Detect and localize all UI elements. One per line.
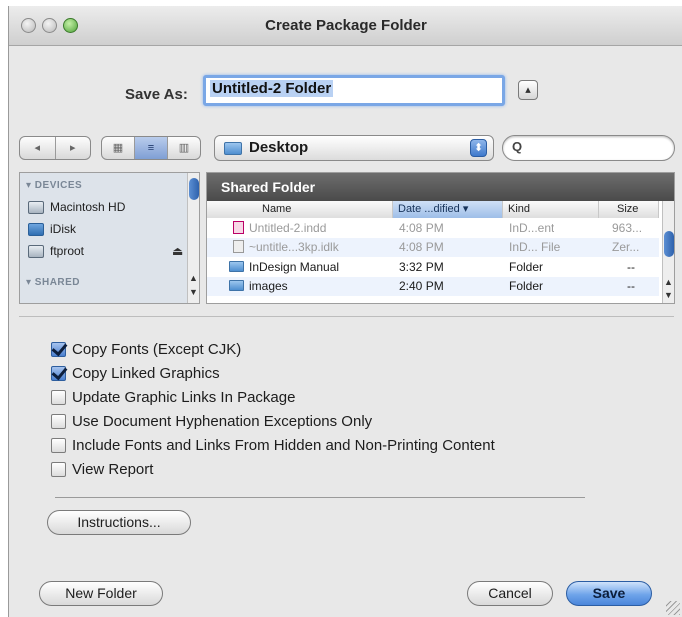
checkbox-unchecked[interactable] — [51, 390, 66, 405]
file-size: -- — [627, 279, 635, 293]
network-drive-icon — [28, 244, 44, 258]
option-label: Copy Fonts (Except CJK) — [72, 341, 242, 358]
search-icon: Q — [512, 139, 523, 154]
column-header-date-modified[interactable]: Date ...dified ▾ — [393, 201, 503, 218]
file-name: InDesign Manual — [249, 260, 340, 274]
checkbox-unchecked[interactable] — [51, 462, 66, 477]
sidebar-item-label: iDisk — [50, 222, 76, 236]
search-input[interactable]: Q — [502, 135, 675, 161]
file-kind: Folder — [509, 279, 544, 293]
file-kind: InD... File — [509, 240, 561, 254]
option-hyphenation-exceptions[interactable]: Use Document Hyphenation Exceptions Only — [51, 413, 372, 430]
popup-arrows-icon: ⬍ — [470, 139, 487, 157]
file-name: Untitled-2.indd — [249, 221, 327, 235]
file-row[interactable]: InDesign Manual 3:32 PM Folder -- — [207, 258, 659, 277]
back-forward-control: ◂ ▸ — [19, 136, 91, 160]
file-kind: InD...ent — [509, 221, 555, 235]
scroll-down-icon[interactable]: ▼ — [188, 287, 199, 297]
lock-file-icon — [233, 240, 244, 253]
resize-grip-icon[interactable] — [666, 601, 680, 615]
column-header-kind[interactable]: Kind — [503, 201, 599, 218]
file-date: 4:08 PM — [399, 221, 444, 235]
sidebar-item-ftproot[interactable]: ftproot ⏏ — [28, 244, 186, 258]
sidebar-item-idisk[interactable]: iDisk — [28, 222, 76, 236]
new-folder-button[interactable]: New Folder — [39, 581, 163, 606]
save-button[interactable]: Save — [566, 581, 652, 606]
file-date: 4:08 PM — [399, 240, 444, 254]
scroll-up-icon[interactable]: ▲ — [188, 273, 199, 283]
scroll-down-icon[interactable]: ▼ — [663, 290, 674, 300]
expand-dialog-button[interactable]: ▴ — [518, 80, 538, 100]
checkbox-checked[interactable] — [51, 366, 66, 381]
path-title: Shared Folder — [221, 179, 316, 195]
file-name: images — [249, 279, 288, 293]
file-date: 3:32 PM — [399, 260, 444, 274]
create-package-folder-dialog: Create Package Folder Save As: Untitled-… — [8, 6, 682, 617]
checkbox-checked[interactable] — [51, 342, 66, 357]
forward-button[interactable]: ▸ — [56, 137, 91, 159]
hard-drive-icon — [28, 200, 44, 214]
indd-file-icon — [233, 221, 244, 234]
save-as-input[interactable]: Untitled-2 Folder — [203, 75, 505, 106]
idisk-icon — [28, 222, 44, 236]
sidebar-scrollbar[interactable]: ▲ ▼ — [187, 173, 199, 303]
option-label: Copy Linked Graphics — [72, 365, 220, 382]
back-button[interactable]: ◂ — [20, 137, 56, 159]
file-size: 963... — [612, 221, 643, 235]
instructions-button[interactable]: Instructions... — [47, 510, 191, 535]
divider — [55, 497, 585, 498]
path-bar: Shared Folder — [207, 173, 674, 201]
checkbox-unchecked[interactable] — [51, 414, 66, 429]
file-size: Zer... — [612, 240, 640, 254]
sidebar-item-label: ftproot — [50, 244, 85, 258]
save-as-value: Untitled-2 Folder — [210, 80, 334, 97]
view-mode-control: ▦ ≡ ▥ — [101, 136, 201, 160]
eject-icon[interactable]: ⏏ — [172, 244, 183, 258]
save-as-label: Save As: — [125, 86, 188, 103]
option-include-hidden-content[interactable]: Include Fonts and Links From Hidden and … — [51, 437, 495, 454]
file-browser: Shared Folder Name Date ...dified ▾ Kind… — [206, 172, 675, 304]
list-view-button[interactable]: ≡ — [135, 137, 168, 159]
option-copy-fonts[interactable]: Copy Fonts (Except CJK) — [51, 341, 241, 358]
sidebar-item-macintosh-hd[interactable]: Macintosh HD — [28, 200, 125, 214]
window-title: Create Package Folder — [265, 17, 427, 34]
scroll-up-icon[interactable]: ▲ — [663, 277, 674, 287]
column-view-button[interactable]: ▥ — [168, 137, 200, 159]
file-name: ~untitle...3kp.idlk — [249, 240, 339, 254]
folder-icon — [224, 142, 242, 155]
location-label: Desktop — [249, 139, 309, 156]
sidebar-scroll-thumb[interactable] — [189, 178, 199, 200]
folder-icon — [229, 261, 244, 272]
file-size: -- — [627, 260, 635, 274]
option-update-graphic-links[interactable]: Update Graphic Links In Package — [51, 389, 295, 406]
column-header-size[interactable]: Size — [599, 201, 659, 218]
location-popup[interactable]: Desktop ⬍ — [214, 135, 494, 161]
file-row[interactable]: Untitled-2.indd 4:08 PM InD...ent 963... — [207, 219, 659, 238]
option-label: Update Graphic Links In Package — [72, 389, 296, 406]
file-row[interactable]: images 2:40 PM Folder -- — [207, 277, 659, 296]
option-view-report[interactable]: View Report — [51, 461, 153, 478]
icon-view-button[interactable]: ▦ — [102, 137, 135, 159]
sidebar-item-label: Macintosh HD — [50, 200, 126, 214]
file-date: 2:40 PM — [399, 279, 444, 293]
option-label: Include Fonts and Links From Hidden and … — [72, 437, 495, 454]
checkbox-unchecked[interactable] — [51, 438, 66, 453]
option-label: Use Document Hyphenation Exceptions Only — [72, 413, 373, 430]
folder-icon — [229, 280, 244, 291]
sidebar: ▾ DEVICES Macintosh HD iDisk ftproot ⏏ ▾… — [19, 172, 200, 304]
sidebar-heading-devices: ▾ DEVICES — [26, 180, 83, 191]
cancel-button[interactable]: Cancel — [467, 581, 553, 606]
column-header-name[interactable]: Name — [207, 201, 393, 218]
option-copy-linked-graphics[interactable]: Copy Linked Graphics — [51, 365, 220, 382]
file-row[interactable]: ~untitle...3kp.idlk 4:08 PM InD... File … — [207, 238, 659, 257]
file-list-scroll-thumb[interactable] — [664, 231, 674, 257]
sidebar-heading-shared: ▾ SHARED — [26, 277, 81, 288]
file-list-scrollbar[interactable]: ▲ ▼ — [662, 201, 674, 303]
option-label: View Report — [72, 461, 154, 478]
file-kind: Folder — [509, 260, 544, 274]
title-bar: Create Package Folder — [9, 6, 682, 46]
